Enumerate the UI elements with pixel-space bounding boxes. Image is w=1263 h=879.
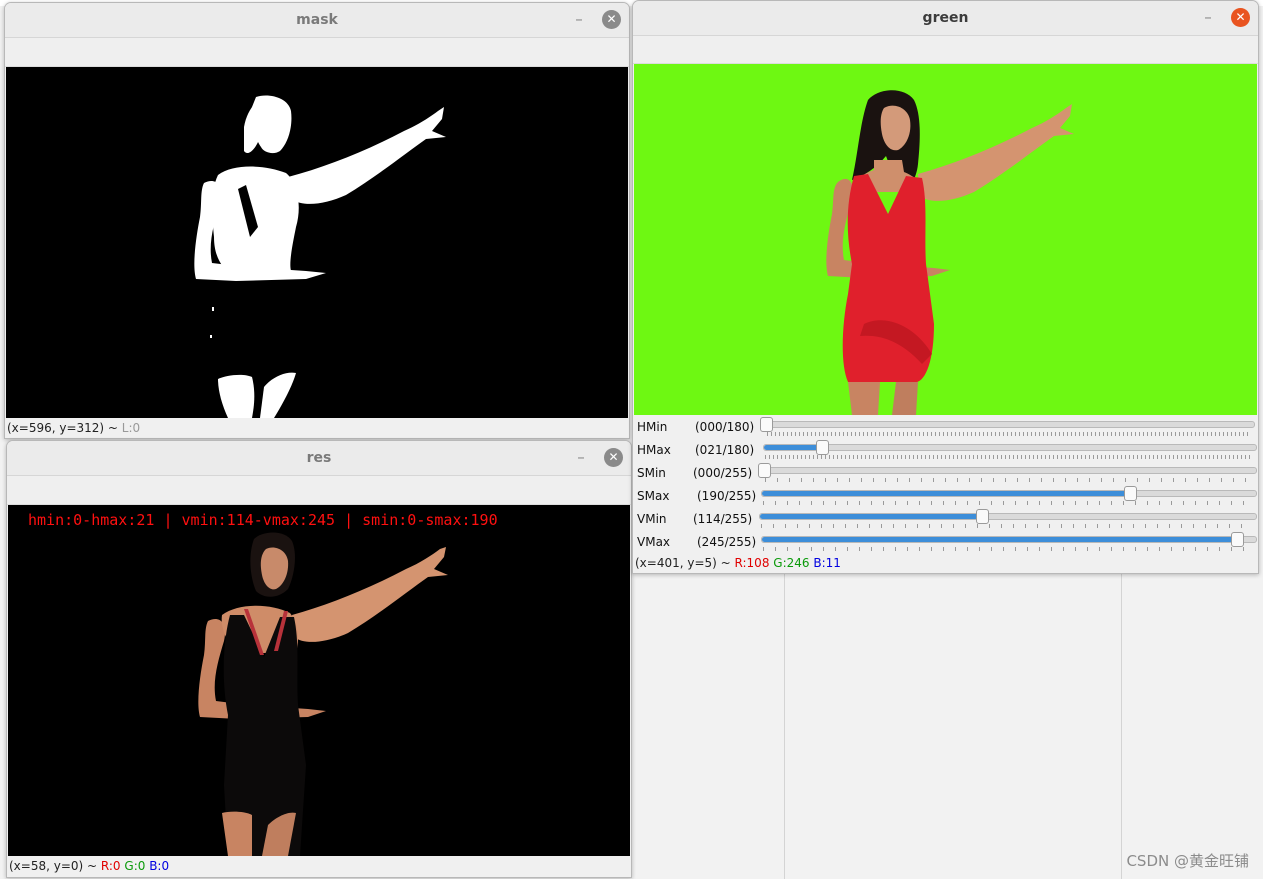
toolbar bbox=[7, 476, 631, 505]
status-bar: (x=401, y=5) ~ R:108 G:246 B:11 bbox=[633, 553, 1258, 573]
pixel-g: G:246 bbox=[773, 556, 810, 570]
close-button[interactable]: ✕ bbox=[1231, 8, 1250, 27]
result-image[interactable]: hmin:0-hmax:21 | vmin:114-vmax:245 | smi… bbox=[8, 505, 630, 856]
trackbar-fill bbox=[762, 537, 1237, 542]
trackbar-handle[interactable] bbox=[1124, 486, 1138, 501]
close-button[interactable]: ✕ bbox=[602, 10, 621, 29]
background-divider bbox=[1121, 570, 1122, 879]
trackbar-fill bbox=[762, 491, 1131, 496]
background-divider bbox=[784, 570, 785, 879]
mask-window: mask – ✕ (x=596, y=312) ~ L:0 bbox=[4, 2, 630, 439]
trackbar-smin: SMin (000/255) bbox=[633, 462, 1258, 485]
mask-image[interactable] bbox=[6, 67, 628, 418]
trackbar-fill bbox=[760, 514, 982, 519]
trackbar-value: (114/255) bbox=[693, 512, 753, 526]
status-bar: (x=596, y=312) ~ L:0 bbox=[5, 418, 629, 438]
trackbar-ticks bbox=[763, 547, 1253, 551]
trackbar-ticks bbox=[761, 524, 1253, 528]
trackbar-groove[interactable] bbox=[759, 509, 1257, 524]
pixel-r: R:108 bbox=[734, 556, 770, 570]
window-title: mask bbox=[296, 12, 338, 28]
trackbar-panel: HMin (000/180) HMax (021/180) SMin (000/… bbox=[633, 416, 1258, 554]
trackbar-ticks bbox=[767, 432, 1251, 436]
trackbar-groove[interactable] bbox=[761, 486, 1257, 501]
pixel-b: B:0 bbox=[149, 859, 170, 873]
minimize-button[interactable]: – bbox=[571, 448, 591, 468]
trackbar-groove[interactable] bbox=[761, 532, 1257, 547]
trackbar-groove[interactable] bbox=[758, 463, 1257, 478]
trackbar-value: (190/255) bbox=[697, 489, 757, 503]
trackbar-vmax: VMax (245/255) bbox=[633, 531, 1258, 554]
trackbar-handle[interactable] bbox=[760, 417, 773, 432]
toolbar bbox=[5, 38, 629, 67]
status-bar: (x=58, y=0) ~ R:0 G:0 B:0 bbox=[7, 856, 631, 876]
trackbar-groove[interactable] bbox=[760, 417, 1255, 432]
trackbar-handle[interactable] bbox=[758, 463, 771, 478]
trackbar-ticks bbox=[765, 478, 1253, 482]
res-window: res – ✕ hmin:0-hmax:21 | vmin:114-vmax:2… bbox=[6, 440, 632, 878]
close-button[interactable]: ✕ bbox=[604, 448, 623, 467]
cursor-coordinates: (x=401, y=5) ~ bbox=[635, 556, 735, 570]
trackbar-smax: SMax (190/255) bbox=[633, 485, 1258, 508]
toolbar bbox=[633, 36, 1258, 64]
trackbar-value: (000/180) bbox=[695, 420, 755, 434]
trackbar-handle[interactable] bbox=[815, 440, 829, 455]
minimize-button[interactable]: – bbox=[569, 10, 589, 30]
trackbar-value: (021/180) bbox=[695, 443, 755, 457]
watermark: CSDN @黄金旺铺 bbox=[1126, 852, 1249, 870]
trackbar-hmax: HMax (021/180) bbox=[633, 439, 1258, 462]
window-title: res bbox=[306, 450, 332, 466]
trackbar-groove[interactable] bbox=[763, 440, 1257, 455]
cursor-coordinates: (x=58, y=0) ~ bbox=[9, 859, 101, 873]
pixel-level: L:0 bbox=[121, 421, 141, 435]
pixel-r: R:0 bbox=[100, 859, 121, 873]
window-title: green bbox=[922, 10, 969, 26]
pixel-g: G:0 bbox=[124, 859, 146, 873]
title-bar[interactable]: mask – ✕ bbox=[5, 3, 629, 38]
trackbar-label: SMin bbox=[637, 466, 666, 480]
trackbar-hmin: HMin (000/180) bbox=[633, 416, 1258, 439]
trackbar-label: SMax bbox=[637, 489, 670, 503]
trackbar-handle[interactable] bbox=[1230, 532, 1244, 547]
title-bar[interactable]: res – ✕ bbox=[7, 441, 631, 476]
trackbar-ticks bbox=[763, 501, 1253, 505]
green-screen-image[interactable] bbox=[634, 64, 1257, 415]
trackbar-label: HMin bbox=[637, 420, 668, 434]
result-figure bbox=[198, 532, 448, 856]
trackbar-ticks bbox=[765, 455, 1253, 459]
trackbar-fill bbox=[764, 445, 822, 450]
trackbar-label: HMax bbox=[637, 443, 671, 457]
title-bar[interactable]: green – ✕ bbox=[633, 1, 1258, 36]
trackbar-value: (245/255) bbox=[697, 535, 757, 549]
minimize-button[interactable]: – bbox=[1198, 8, 1218, 28]
green-screen-figure bbox=[826, 90, 1074, 415]
trackbar-vmin: VMin (114/255) bbox=[633, 508, 1258, 531]
green-window: green – ✕ HMin (000/180) HMax (021/180) … bbox=[632, 0, 1259, 574]
trackbar-label: VMax bbox=[637, 535, 671, 549]
cursor-coordinates: (x=596, y=312) ~ bbox=[7, 421, 122, 435]
trackbar-label: VMin bbox=[637, 512, 667, 526]
trackbar-handle[interactable] bbox=[975, 509, 989, 524]
pixel-b: B:11 bbox=[813, 556, 841, 570]
trackbar-value: (000/255) bbox=[693, 466, 753, 480]
mask-silhouette bbox=[194, 95, 446, 418]
